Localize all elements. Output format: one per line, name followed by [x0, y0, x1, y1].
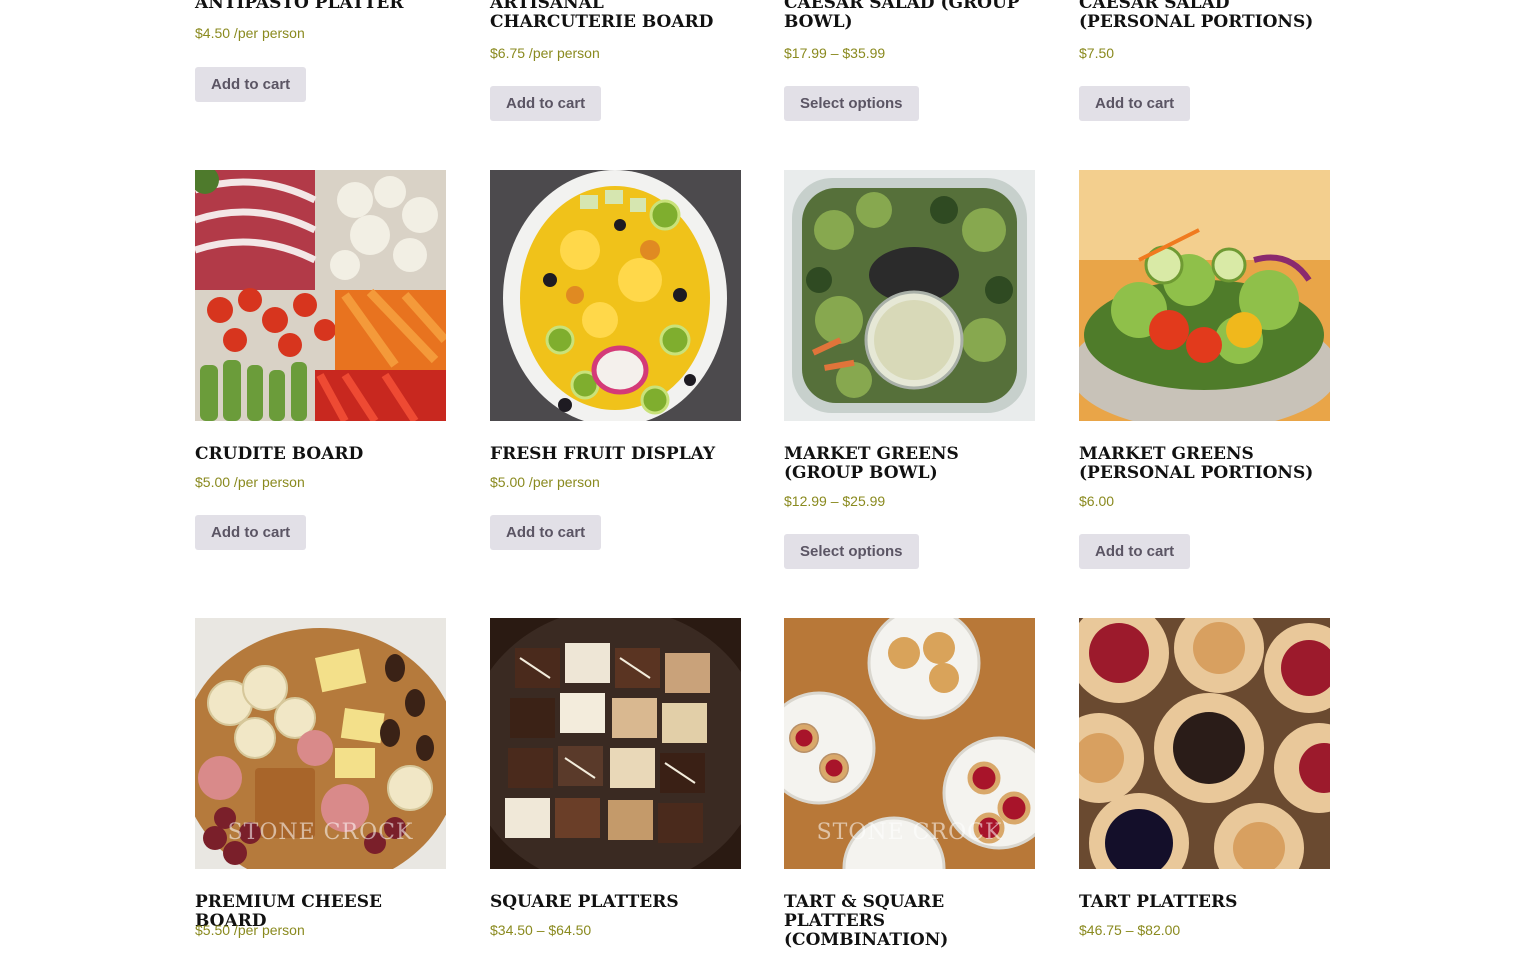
- product-price: $5.00 /per person: [490, 474, 600, 490]
- product-title[interactable]: ANTIPASTO PLATTER: [195, 0, 447, 13]
- product-title[interactable]: CAESAR SALAD (PERSONAL PORTIONS): [1079, 0, 1331, 32]
- product-grid: ANTIPASTO PLATTER $4.50 /per person Add …: [195, 0, 1331, 956]
- product-title[interactable]: CAESAR SALAD (GROUP BOWL): [784, 0, 1036, 32]
- product-image-tarts[interactable]: [1079, 618, 1330, 869]
- product-price: $6.75 /per person: [490, 45, 600, 61]
- product-title[interactable]: SQUARE PLATTERS: [490, 893, 742, 912]
- watermark: STONE CROCK: [227, 820, 414, 845]
- add-to-cart-button[interactable]: Add to cart: [490, 515, 602, 550]
- product-price: $5.00 /per person: [195, 474, 305, 490]
- product-price: $4.50 /per person: [195, 25, 305, 41]
- product-title[interactable]: TART & SQUARE PLATTERS (COMBINATION): [784, 893, 1036, 950]
- fruit-photo: [490, 170, 741, 421]
- watermark: STONE CROCK: [816, 820, 1003, 845]
- greens-personal-photo: [1079, 170, 1330, 421]
- product-price: $6.00: [1079, 493, 1115, 509]
- crudite-photo: [195, 170, 446, 421]
- product-image-fruit[interactable]: [490, 170, 741, 421]
- product-title[interactable]: CRUDITE BOARD: [195, 445, 447, 464]
- product-price: $12.99 – $25.99: [784, 493, 886, 509]
- add-to-cart-button[interactable]: Add to cart: [490, 86, 602, 121]
- product-price: $34.50 – $64.50: [490, 922, 592, 938]
- product-image-cheese[interactable]: STONE CROCK: [195, 618, 446, 869]
- product-price: $17.99 – $35.99: [784, 45, 886, 61]
- product-price: $7.50: [1079, 45, 1115, 61]
- product-image-squares[interactable]: [490, 618, 741, 869]
- product-price: $5.50 /per person: [195, 922, 305, 938]
- add-to-cart-button[interactable]: Add to cart: [195, 515, 307, 550]
- product-title[interactable]: MARKET GREENS (GROUP BOWL): [784, 445, 1036, 483]
- product-title[interactable]: TART PLATTERS: [1079, 893, 1331, 912]
- select-options-button[interactable]: Select options: [784, 86, 919, 121]
- product-image-greens-bowl[interactable]: [784, 170, 1035, 421]
- select-options-button[interactable]: Select options: [784, 534, 919, 569]
- product-image-tart-square[interactable]: STONE CROCK: [784, 618, 1035, 869]
- product-image-crudite[interactable]: [195, 170, 446, 421]
- add-to-cart-button[interactable]: Add to cart: [195, 67, 307, 102]
- product-title[interactable]: MARKET GREENS (PERSONAL PORTIONS): [1079, 445, 1331, 483]
- add-to-cart-button[interactable]: Add to cart: [1079, 534, 1191, 569]
- product-image-greens-personal[interactable]: [1079, 170, 1330, 421]
- greens-bowl-photo: [784, 170, 1035, 421]
- squares-photo: [490, 618, 741, 869]
- product-price: $46.75 – $82.00: [1079, 922, 1181, 938]
- add-to-cart-button[interactable]: Add to cart: [1079, 86, 1191, 121]
- tarts-photo: [1079, 618, 1330, 869]
- product-title[interactable]: FRESH FRUIT DISPLAY: [490, 445, 742, 464]
- product-title[interactable]: ARTISANAL CHARCUTERIE BOARD: [490, 0, 742, 32]
